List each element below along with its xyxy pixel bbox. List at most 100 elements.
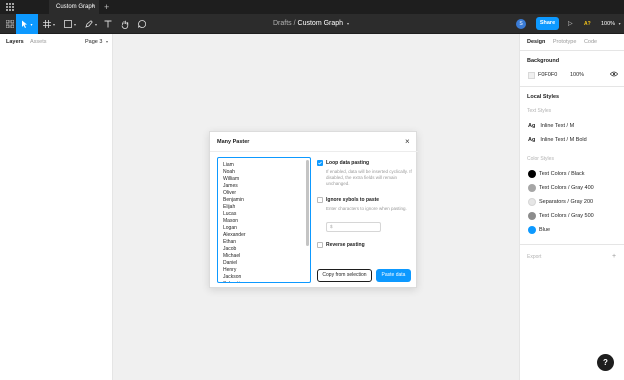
list-item: Benjamin (223, 197, 244, 203)
scrollbar-thumb[interactable] (306, 160, 309, 246)
name-list: Liam Noah William James Oliver Benjamin Elijah… (223, 162, 246, 282)
list-item: Oliver (223, 190, 237, 196)
frame-tool-button[interactable]: ▾ (41, 14, 57, 34)
background-heading: Background (527, 58, 560, 64)
ignore-label: Ignore sybols to paste (326, 197, 380, 203)
paste-data-button[interactable]: Paste data (376, 269, 411, 282)
color-style-name: Text Colors / Black (539, 171, 585, 177)
color-swatch (528, 170, 536, 178)
list-item: Alexander (223, 232, 246, 238)
color-swatch (528, 212, 536, 220)
breadcrumb-file[interactable]: Custom Graph (298, 20, 344, 27)
ignore-characters-input[interactable]: $ (326, 222, 381, 232)
data-list-textarea[interactable]: Liam Noah William James Oliver Benjamin Elijah… (217, 157, 311, 283)
page-selector[interactable]: Page 3 ▾ (85, 39, 108, 45)
list-item: Henry (223, 267, 237, 273)
ignore-checkbox[interactable] (317, 197, 323, 203)
breadcrumb-separator: / (293, 20, 296, 27)
reverse-checkbox[interactable] (317, 242, 323, 248)
zoom-level: 100% (601, 21, 616, 27)
present-play-icon[interactable]: ▷ (568, 14, 573, 34)
cursor-arrow-icon (22, 20, 28, 28)
tab-layers[interactable]: Layers (6, 39, 24, 45)
reverse-label: Reverse pasting (326, 242, 365, 248)
color-swatch (528, 226, 536, 234)
new-tab-plus-icon[interactable]: + (104, 0, 109, 14)
ignore-description: Enter characters to ignore when pasting. (326, 206, 407, 211)
loop-description: If enabled, data will be inserted cyclic… (326, 169, 412, 186)
list-item: Elijah (223, 204, 236, 210)
reverse-option[interactable]: Reverse pasting (317, 242, 365, 248)
file-menu-chevron-icon[interactable]: ▾ (347, 21, 349, 26)
text-style-item[interactable]: Ag Inline Text / M (528, 123, 574, 129)
ignore-option[interactable]: Ignore sybols to paste (317, 197, 379, 203)
list-item: Mason (223, 218, 239, 224)
list-item: Jacob (223, 246, 237, 252)
checkmark-icon (318, 161, 322, 165)
tab-bar: Custom Graph × + (0, 0, 624, 14)
main-menu-icon[interactable] (5, 14, 15, 34)
breadcrumb: Drafts / Custom Graph ▾ (273, 14, 349, 34)
text-style-item[interactable]: Ag Inline Text / M Bold (528, 137, 587, 143)
hand-tool-button[interactable] (120, 14, 130, 34)
shape-tool-button[interactable]: ▾ (62, 14, 78, 34)
avatar[interactable]: S (516, 19, 526, 29)
pen-tool-button[interactable]: ▾ (83, 14, 99, 34)
list-item: Ethan (223, 239, 237, 245)
loop-option[interactable]: Loop data pasting (317, 160, 369, 166)
background-opacity-input[interactable]: 100% (570, 72, 584, 78)
list-item: Jackson (223, 274, 242, 280)
color-style-item[interactable]: Text Colors / Gray 500 (528, 212, 594, 220)
tab-close-icon[interactable]: × (91, 0, 95, 14)
copy-from-selection-button[interactable]: Copy from selection (317, 269, 372, 282)
list-item: Michael (223, 253, 241, 259)
color-swatch (528, 198, 536, 206)
accessibility-check-button[interactable]: A? (584, 14, 591, 34)
color-style-item[interactable]: Separators / Gray 200 (528, 198, 593, 206)
color-styles-label: Color Styles (527, 156, 554, 162)
color-style-item[interactable]: Text Colors / Gray 400 (528, 184, 594, 192)
local-styles-heading: Local Styles (527, 94, 560, 100)
background-swatch[interactable] (528, 72, 535, 79)
divider (520, 50, 624, 51)
color-style-item[interactable]: Text Colors / Black (528, 170, 585, 178)
dialog-title: Many Paster (217, 139, 250, 145)
add-export-plus-icon[interactable]: + (612, 253, 616, 260)
list-item: Liam (223, 162, 234, 168)
list-item: Sebastian (223, 281, 246, 282)
tab-custom-graph[interactable]: Custom Graph × (49, 0, 99, 14)
list-item: Logan (223, 225, 237, 231)
color-style-name: Text Colors / Gray 500 (539, 213, 594, 219)
tab-design[interactable]: Design (527, 39, 545, 45)
text-style-name: Inline Text / M Bold (540, 137, 587, 143)
color-style-name: Text Colors / Gray 400 (539, 185, 594, 191)
breadcrumb-project[interactable]: Drafts (273, 20, 292, 27)
tab-code[interactable]: Code (584, 39, 597, 45)
divider (520, 86, 624, 87)
tab-prototype[interactable]: Prototype (553, 39, 577, 45)
text-style-ag-icon: Ag (528, 137, 536, 143)
eye-visibility-icon[interactable] (610, 71, 618, 77)
zoom-dropdown[interactable]: 100% ▾ (601, 14, 621, 34)
comment-tool-button[interactable] (137, 14, 147, 34)
export-heading: Export (527, 254, 542, 260)
loop-checkbox[interactable] (317, 160, 323, 166)
color-style-name: Blue (539, 227, 551, 233)
layers-panel: Layers Assets Page 3 ▾ (0, 34, 113, 380)
many-paster-dialog: Many Paster × Liam Noah William James Oliver… (209, 131, 418, 288)
tab-file-label: Custom Graph (56, 4, 96, 10)
rectangle-icon (64, 20, 72, 28)
menu-grid-icon[interactable] (6, 3, 14, 11)
help-button[interactable]: ? (597, 354, 614, 371)
color-style-item[interactable]: Blue (528, 226, 550, 234)
share-button[interactable]: Share (536, 17, 559, 30)
move-tool-button[interactable]: ▾ (16, 14, 38, 34)
list-item: Lucas (223, 211, 237, 217)
frame-hash-icon (42, 20, 51, 28)
background-hex-input[interactable]: F0F0F0 (538, 72, 557, 78)
tab-assets[interactable]: Assets (30, 39, 47, 45)
text-tool-button[interactable] (103, 14, 113, 34)
pen-icon (85, 20, 93, 28)
toolbar: ▾ ▾ ▾ ▾ Drafts / Custom Graph ▾ S Share … (0, 14, 624, 34)
dialog-close-icon[interactable]: × (405, 137, 410, 146)
